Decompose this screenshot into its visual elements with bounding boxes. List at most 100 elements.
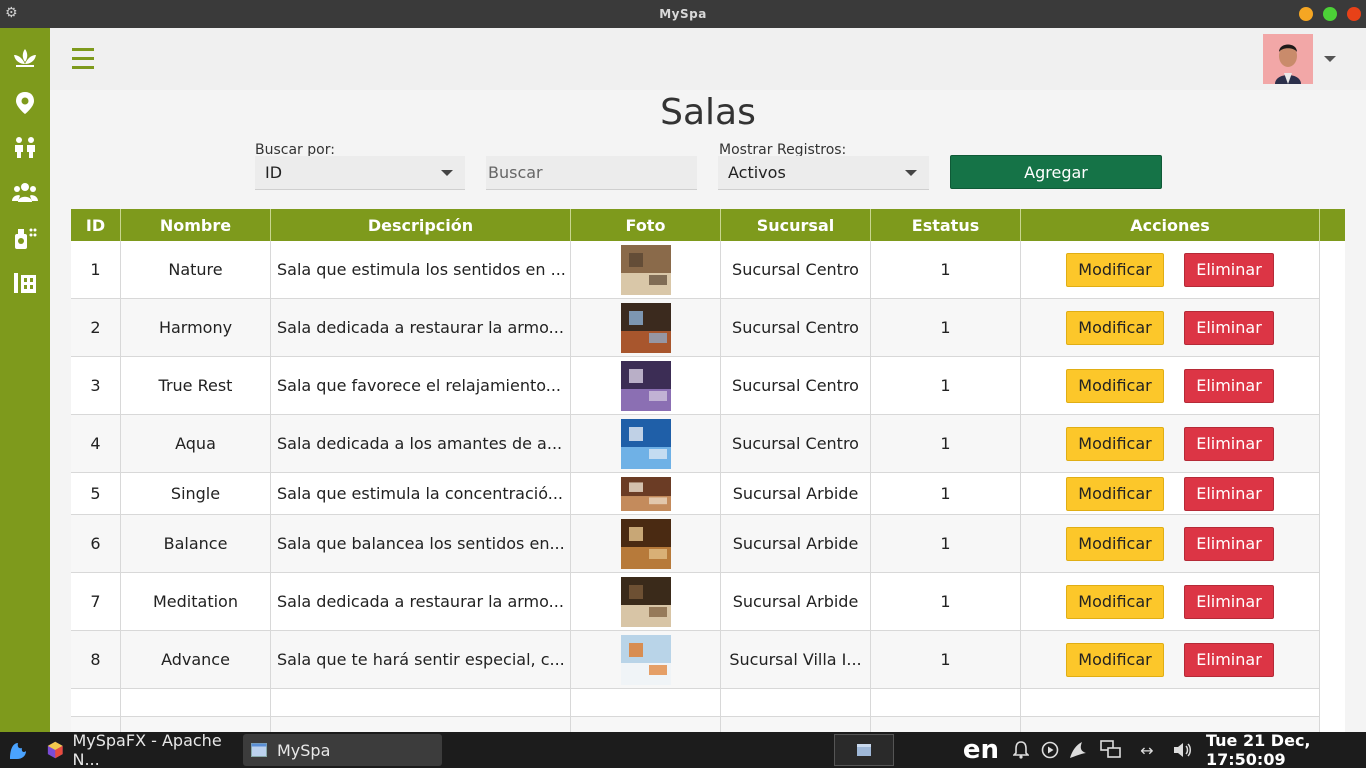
window-titlebar: ⚙ MySpa: [0, 0, 1366, 28]
show-records-select[interactable]: Activos: [718, 156, 929, 190]
close-button[interactable]: [1347, 7, 1361, 21]
cell-name: [121, 689, 271, 716]
workspace-switcher[interactable]: [834, 734, 894, 766]
table-row[interactable]: [71, 717, 1320, 732]
search-input[interactable]: [486, 156, 697, 190]
cell-photo: [571, 631, 721, 688]
column-header-branch[interactable]: Sucursal: [721, 209, 871, 241]
table-row[interactable]: 8 Advance Sala que te hará sentir especial…: [71, 631, 1320, 689]
modify-button[interactable]: Modificar: [1066, 642, 1164, 677]
delete-button[interactable]: Eliminar: [1184, 584, 1274, 619]
start-menu-icon[interactable]: [4, 732, 32, 768]
sidebar-item-rooms[interactable]: [0, 265, 50, 301]
delete-button[interactable]: Eliminar: [1184, 526, 1274, 561]
network-icon[interactable]: [1098, 732, 1124, 768]
cell-actions: [1021, 717, 1320, 732]
cell-status: [871, 717, 1021, 732]
cell-name: Single: [121, 473, 271, 514]
cell-id: 5: [71, 473, 121, 514]
bell-icon[interactable]: [1010, 732, 1032, 768]
chevron-down-icon: [441, 170, 453, 176]
spa-lotus-icon: [14, 49, 36, 67]
cell-branch: [721, 689, 871, 716]
add-button[interactable]: Agregar: [950, 155, 1162, 189]
table-row[interactable]: 6 Balance Sala que balancea los sentidos e…: [71, 515, 1320, 573]
taskbar-item-myspa[interactable]: MySpa: [243, 734, 442, 766]
table-row[interactable]: 4 Aqua Sala dedicada a los amantes de a...…: [71, 415, 1320, 473]
cell-id: 7: [71, 573, 121, 630]
cell-branch: Sucursal Centro: [721, 241, 871, 298]
resize-arrows-icon[interactable]: ↔: [1135, 732, 1159, 768]
column-header-status[interactable]: Estatus: [871, 209, 1021, 241]
avatar[interactable]: [1263, 34, 1313, 84]
cell-name: Meditation: [121, 573, 271, 630]
table-row[interactable]: 5 Single Sala que estimula la concentració…: [71, 473, 1320, 515]
search-by-select[interactable]: ID: [255, 156, 465, 190]
cell-actions: Modificar Eliminar: [1021, 631, 1320, 688]
cell-status: 1: [871, 631, 1021, 688]
delete-button[interactable]: Eliminar: [1184, 426, 1274, 461]
room-photo: [620, 576, 671, 627]
table-row[interactable]: 2 Harmony Sala dedicada a restaurar la arm…: [71, 299, 1320, 357]
table-row[interactable]: 7 Meditation Sala dedicada a restaurar la …: [71, 573, 1320, 631]
cell-photo: [571, 515, 721, 572]
delete-button[interactable]: Eliminar: [1184, 368, 1274, 403]
cell-photo: [571, 689, 721, 716]
cell-description: Sala que te hará sentir especial, c...: [271, 631, 571, 688]
modify-button[interactable]: Modificar: [1066, 310, 1164, 345]
minimize-button[interactable]: [1299, 7, 1313, 21]
cell-name: [121, 717, 271, 732]
cell-status: 1: [871, 415, 1021, 472]
cell-name: Aqua: [121, 415, 271, 472]
cell-id: 6: [71, 515, 121, 572]
modify-button[interactable]: Modificar: [1066, 368, 1164, 403]
maximize-button[interactable]: [1323, 7, 1337, 21]
cell-actions: Modificar Eliminar: [1021, 357, 1320, 414]
delete-button[interactable]: Eliminar: [1184, 476, 1274, 511]
table-row[interactable]: [71, 689, 1320, 717]
modify-button[interactable]: Modificar: [1066, 252, 1164, 287]
cell-description: Sala dedicada a restaurar la armo...: [271, 299, 571, 356]
room-photo: [620, 302, 671, 353]
keyboard-layout[interactable]: en: [958, 732, 1004, 768]
table-row[interactable]: 1 Nature Sala que estimula los sentidos en…: [71, 241, 1320, 299]
rooms-icon: [14, 273, 36, 293]
column-header-id[interactable]: ID: [71, 209, 121, 241]
column-header-actions[interactable]: Acciones: [1021, 209, 1320, 241]
table-row[interactable]: 3 True Rest Sala que favorece el relajamie…: [71, 357, 1320, 415]
hamburger-menu-icon[interactable]: [72, 48, 94, 70]
window-icon: [251, 743, 267, 757]
cell-name: Nature: [121, 241, 271, 298]
delete-button[interactable]: Eliminar: [1184, 252, 1274, 287]
cell-id: 8: [71, 631, 121, 688]
cell-name: Harmony: [121, 299, 271, 356]
modify-button[interactable]: Modificar: [1066, 526, 1164, 561]
modify-button[interactable]: Modificar: [1066, 584, 1164, 619]
modify-button[interactable]: Modificar: [1066, 426, 1164, 461]
app-tray-icon[interactable]: [1066, 732, 1090, 768]
sidebar-item-spa[interactable]: [0, 40, 50, 76]
sidebar-item-branches[interactable]: [0, 85, 50, 121]
delete-button[interactable]: Eliminar: [1184, 310, 1274, 345]
clock[interactable]: Tue 21 Dec, 17:50:09: [1206, 731, 1366, 768]
chevron-down-icon[interactable]: [1324, 56, 1336, 62]
sidebar-item-clients[interactable]: [0, 175, 50, 211]
delete-button[interactable]: Eliminar: [1184, 642, 1274, 677]
people-meeting-icon: [15, 137, 35, 158]
column-header-description[interactable]: Descripción: [271, 209, 571, 241]
media-play-icon[interactable]: [1038, 732, 1062, 768]
room-photo: [620, 360, 671, 411]
modify-button[interactable]: Modificar: [1066, 476, 1164, 511]
volume-icon[interactable]: [1170, 732, 1194, 768]
cell-status: [871, 689, 1021, 716]
column-header-photo[interactable]: Foto: [571, 209, 721, 241]
cell-description: [271, 689, 571, 716]
sidebar-item-products[interactable]: [0, 220, 50, 256]
cell-branch: Sucursal Centro: [721, 357, 871, 414]
sidebar-item-employees[interactable]: [0, 130, 50, 166]
cell-branch: Sucursal Arbide: [721, 573, 871, 630]
taskbar-item-netbeans[interactable]: MySpaFX - Apache N...: [40, 731, 240, 768]
column-header-name[interactable]: Nombre: [121, 209, 271, 241]
show-records-value: Activos: [728, 163, 786, 182]
cell-photo: [571, 717, 721, 732]
